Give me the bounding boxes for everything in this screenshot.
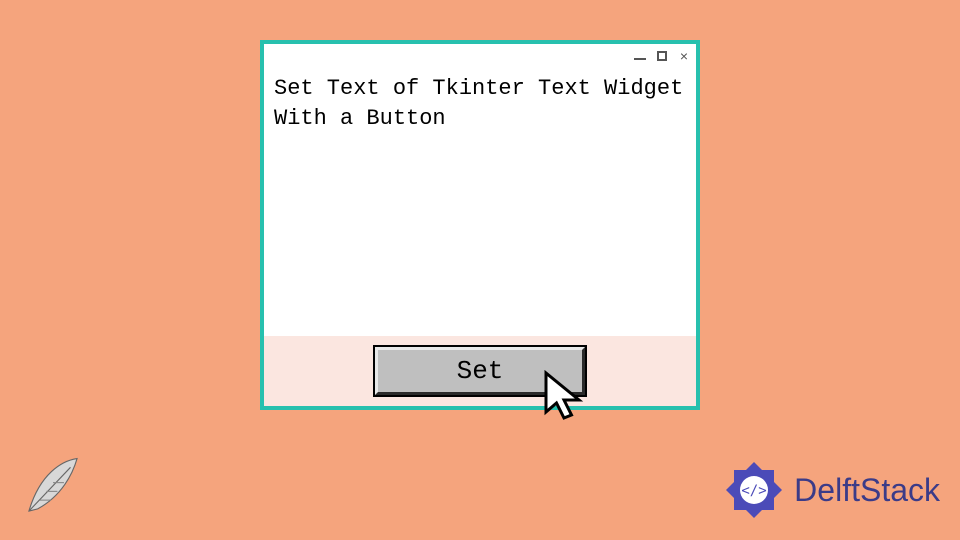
brand-name: DelftStack [794, 472, 940, 509]
tk-window: × Set Text of Tkinter Text Widget With a… [260, 40, 700, 410]
svg-text:</>: </> [742, 483, 767, 499]
window-titlebar: × [264, 44, 696, 68]
minimize-icon[interactable] [634, 50, 646, 62]
button-row: Set [264, 336, 696, 406]
close-icon[interactable]: × [678, 50, 690, 62]
brand-badge: </> DelftStack [722, 458, 940, 522]
maximize-icon[interactable] [656, 50, 668, 62]
brand-logo-icon: </> [722, 458, 786, 522]
feather-icon [18, 452, 88, 522]
set-button[interactable]: Set [375, 347, 585, 395]
text-widget[interactable]: Set Text of Tkinter Text Widget With a B… [264, 68, 696, 336]
